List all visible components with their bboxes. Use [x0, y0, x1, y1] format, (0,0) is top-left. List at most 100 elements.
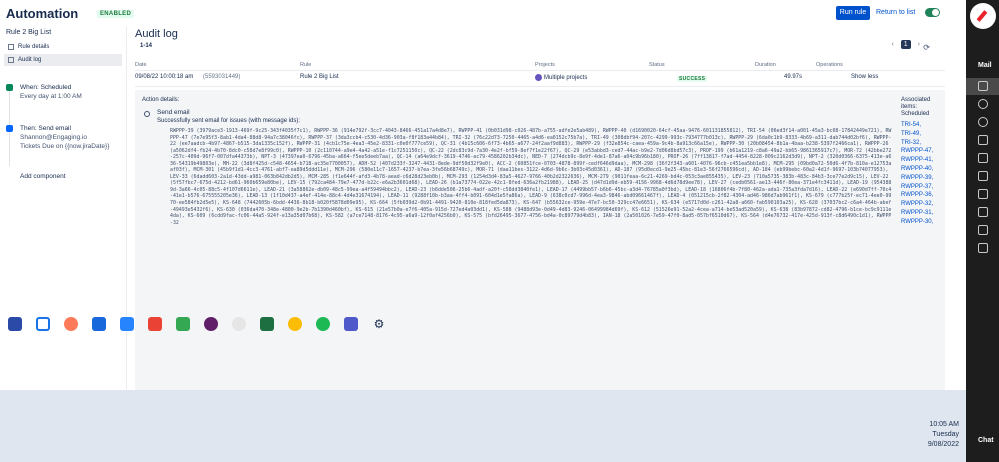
assoc-item-link[interactable]: RWPPP-39, — [901, 174, 943, 183]
row-duration: 49.97s — [784, 74, 803, 80]
clock-day: Tuesday — [932, 431, 959, 438]
page-title: Audit log — [135, 28, 178, 40]
assoc-item-link[interactable]: RWPPP-47, — [901, 147, 943, 156]
clock-time: 10:05 AM — [929, 421, 959, 428]
compose-icon[interactable] — [970, 3, 996, 29]
assoc-item-link[interactable]: RWPPP-36, — [901, 191, 943, 200]
tag-icon[interactable] — [978, 207, 988, 217]
col-duration: Duration — [755, 62, 776, 68]
run-rule-button[interactable]: Run rule — [836, 6, 870, 20]
table-header: Date Rule Projects Status Duration Opera… — [135, 61, 945, 71]
assoc-item-link[interactable]: TRI-32, — [901, 139, 943, 148]
confluence-icon[interactable] — [92, 317, 106, 331]
pagination: ‹ 1 › — [887, 40, 920, 49]
inbox-icon[interactable] — [978, 81, 988, 91]
trigger-scheduled[interactable]: When: Scheduled Every day at 1:00 AM — [6, 83, 82, 101]
projects-icon — [535, 74, 542, 81]
list-icon — [8, 57, 14, 63]
action-sub-1: Shannon@Engaging.io — [20, 134, 87, 141]
mail-icon — [6, 125, 13, 132]
col-rule: Rule — [300, 62, 312, 68]
refresh-icon[interactable]: ⟳ — [923, 43, 930, 52]
settings-icon[interactable]: ⚙ — [372, 317, 386, 331]
rule-enabled-toggle[interactable] — [925, 8, 940, 17]
send-icon[interactable] — [978, 135, 988, 145]
table-row[interactable]: 09/08/22 10:00:18 am (5593031449) Rule 2… — [135, 73, 945, 87]
row-projects: Multiple projects — [535, 74, 587, 81]
hubspot-icon[interactable] — [64, 317, 78, 331]
col-date: Date — [135, 62, 147, 68]
folder-icon[interactable] — [978, 225, 988, 235]
main-content: Audit log 1-14 ‹ 1 › ⟳ Date Rule Project… — [135, 26, 945, 390]
sidebar-item-audit-log[interactable]: Audit log — [4, 54, 122, 66]
spotify-icon[interactable] — [316, 317, 330, 331]
star-icon[interactable] — [978, 99, 988, 109]
action-details-panel: Action details: Send email Successfully … — [135, 90, 945, 390]
current-page[interactable]: 1 — [900, 40, 911, 49]
jira-icon[interactable] — [120, 317, 134, 331]
enabled-badge: ENABLED — [97, 10, 135, 18]
row-id-link[interactable]: (5593031449) — [203, 74, 240, 80]
col-projects: Projects — [535, 62, 555, 68]
app-title: Automation — [6, 6, 79, 21]
assoc-item-link[interactable]: RWPPP-40, — [901, 165, 943, 174]
clock-date: 9/08/2022 — [927, 441, 959, 448]
chrome-icon[interactable] — [288, 317, 302, 331]
slack-icon[interactable] — [204, 317, 218, 331]
rule-name: Rule 2 Big List — [6, 29, 52, 36]
assoc-item-link[interactable]: RWPPP-37, — [901, 183, 943, 192]
mail-label[interactable]: Mail — [978, 62, 992, 69]
teams-icon[interactable] — [232, 317, 246, 331]
prev-page-icon[interactable]: ‹ — [892, 41, 894, 48]
status-badge: SUCCESS — [677, 76, 708, 82]
document-icon — [8, 44, 14, 50]
sidebar-item-label: Rule details — [18, 44, 50, 50]
gmail-icon[interactable] — [148, 317, 162, 331]
associated-items: Associated items: Scheduled TRI-54, TRI-… — [901, 97, 943, 227]
result-count: 1-14 — [140, 43, 153, 49]
drive-icon[interactable] — [176, 317, 190, 331]
mailbox-icon[interactable] — [8, 317, 22, 331]
action-sub-2: Tickets Due on {{now.jiraDate}} — [20, 143, 110, 150]
taskbar: ⚙ — [0, 313, 390, 335]
send-email-sub: Successfully sent email for issues (with… — [157, 118, 301, 124]
next-page-icon[interactable]: › — [918, 41, 920, 48]
issue-message-list: RWPPP-39 (3979ace3-1913-469f-9c25-343f40… — [170, 128, 892, 226]
assoc-item-link[interactable]: TRI-54, — [901, 121, 943, 130]
system-clock: 10:05 AM Tuesday 9/08/2022 — [928, 420, 959, 450]
assoc-item-link[interactable]: RWPPP-30, — [901, 218, 943, 227]
show-less-link[interactable]: Show less — [851, 74, 878, 80]
sidebar-item-rule-details[interactable]: Rule details — [4, 41, 122, 53]
action-send-email[interactable]: Then: Send email Shannon@Engaging.io Tic… — [6, 124, 109, 151]
teams2-icon[interactable] — [344, 317, 358, 331]
draft-icon[interactable] — [978, 153, 988, 163]
assoc-item-link[interactable]: RWPPP-41, — [901, 156, 943, 165]
assoc-sub: Scheduled — [901, 111, 930, 117]
clock-icon — [6, 84, 13, 91]
folder-icon[interactable] — [978, 243, 988, 253]
excel-icon[interactable] — [260, 317, 274, 331]
action-details-label: Action details: — [142, 97, 180, 103]
send-email-title: Send email — [157, 109, 190, 116]
trigger-sub: Every day at 1:00 AM — [20, 93, 82, 100]
outlook-side-panel: Mail Chat — [966, 0, 999, 462]
calendar-icon[interactable] — [36, 317, 50, 331]
assoc-item-link[interactable]: RWPPP-32, — [901, 200, 943, 209]
row-rule: Rule 2 Big List — [300, 74, 339, 80]
action-title: Then: Send email — [20, 125, 71, 132]
chat-label[interactable]: Chat — [978, 437, 994, 444]
row-date: 09/08/22 10:00:18 am — [135, 74, 194, 80]
return-to-list-link[interactable]: Return to list — [876, 9, 915, 16]
add-component-link[interactable]: Add component — [20, 172, 66, 181]
col-operations: Operations — [816, 62, 843, 68]
col-status: Status — [649, 62, 665, 68]
top-bar: Automation ENABLED Run rule Return to li… — [0, 0, 966, 26]
assoc-item-link[interactable]: RWPPP-31, — [901, 209, 943, 218]
folder-icon[interactable] — [978, 171, 988, 181]
send-email-icon — [144, 111, 150, 117]
sidebar-item-label: Audit log — [18, 57, 42, 63]
clock-icon[interactable] — [978, 117, 988, 127]
assoc-item-link[interactable]: TRI-49, — [901, 130, 943, 139]
sidebar: Rule 2 Big List Rule details Audit log W… — [0, 26, 127, 390]
trash-icon[interactable] — [978, 189, 988, 199]
